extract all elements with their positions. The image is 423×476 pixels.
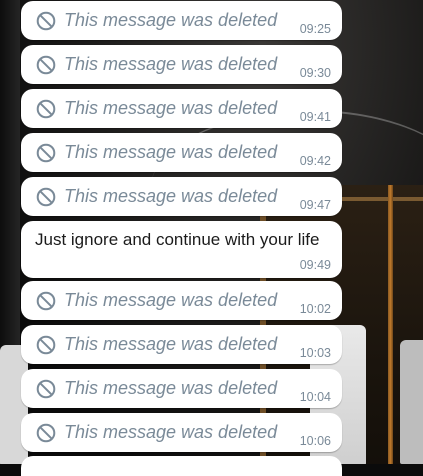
ban-icon — [36, 379, 56, 399]
message-bubble-text[interactable]: Just ignore and continue with your life … — [21, 221, 342, 278]
message-timestamp: 09:47 — [299, 198, 331, 212]
message-bubble-deleted[interactable]: This message was deleted 09:47 — [21, 177, 342, 216]
ban-icon — [36, 55, 56, 75]
deleted-message-text: This message was deleted — [64, 98, 278, 118]
ban-icon — [36, 291, 56, 311]
message-bubble-deleted[interactable]: This message was deleted 10:02 — [21, 281, 342, 320]
deleted-message-text: This message was deleted — [64, 186, 278, 206]
ban-icon — [36, 187, 56, 207]
message-bubble-deleted[interactable]: This message was deleted 10:03 — [21, 325, 342, 364]
message-text: Just ignore and continue with your life — [35, 230, 320, 249]
message-list[interactable]: This message was deleted 09:25 This mess… — [0, 0, 423, 476]
message-timestamp: 09:30 — [299, 66, 331, 80]
deleted-message-text: This message was deleted — [64, 142, 278, 162]
message-timestamp: 10:03 — [299, 346, 331, 360]
message-timestamp: 09:42 — [299, 154, 331, 168]
ban-icon — [36, 423, 56, 443]
message-timestamp: 09:41 — [299, 110, 331, 124]
ban-icon — [36, 143, 56, 163]
deleted-message-text: This message was deleted — [64, 378, 278, 398]
message-bubble-deleted[interactable]: This message was deleted 10:06 — [21, 413, 342, 452]
ban-icon — [36, 11, 56, 31]
message-bubble-deleted[interactable]: This message was deleted 09:30 — [21, 45, 342, 84]
deleted-message-text: This message was deleted — [64, 422, 278, 442]
message-bubble-deleted[interactable]: This message was deleted 09:42 — [21, 133, 342, 172]
deleted-message-text: This message was deleted — [64, 334, 278, 354]
message-timestamp: 09:49 — [299, 258, 331, 272]
deleted-message-text: This message was deleted — [64, 54, 278, 74]
message-timestamp: 10:02 — [299, 302, 331, 316]
message-bubble-cutoff[interactable] — [21, 456, 342, 476]
ban-icon — [36, 99, 56, 119]
message-timestamp: 09:25 — [299, 22, 331, 36]
message-bubble-deleted[interactable]: This message was deleted 10:04 — [21, 369, 342, 408]
message-timestamp: 10:04 — [299, 390, 331, 404]
ban-icon — [36, 335, 56, 355]
message-timestamp: 10:06 — [299, 434, 331, 448]
message-bubble-deleted[interactable]: This message was deleted 09:41 — [21, 89, 342, 128]
deleted-message-text: This message was deleted — [64, 290, 278, 310]
deleted-message-text: This message was deleted — [64, 10, 278, 30]
message-bubble-deleted[interactable]: This message was deleted 09:25 — [21, 1, 342, 40]
